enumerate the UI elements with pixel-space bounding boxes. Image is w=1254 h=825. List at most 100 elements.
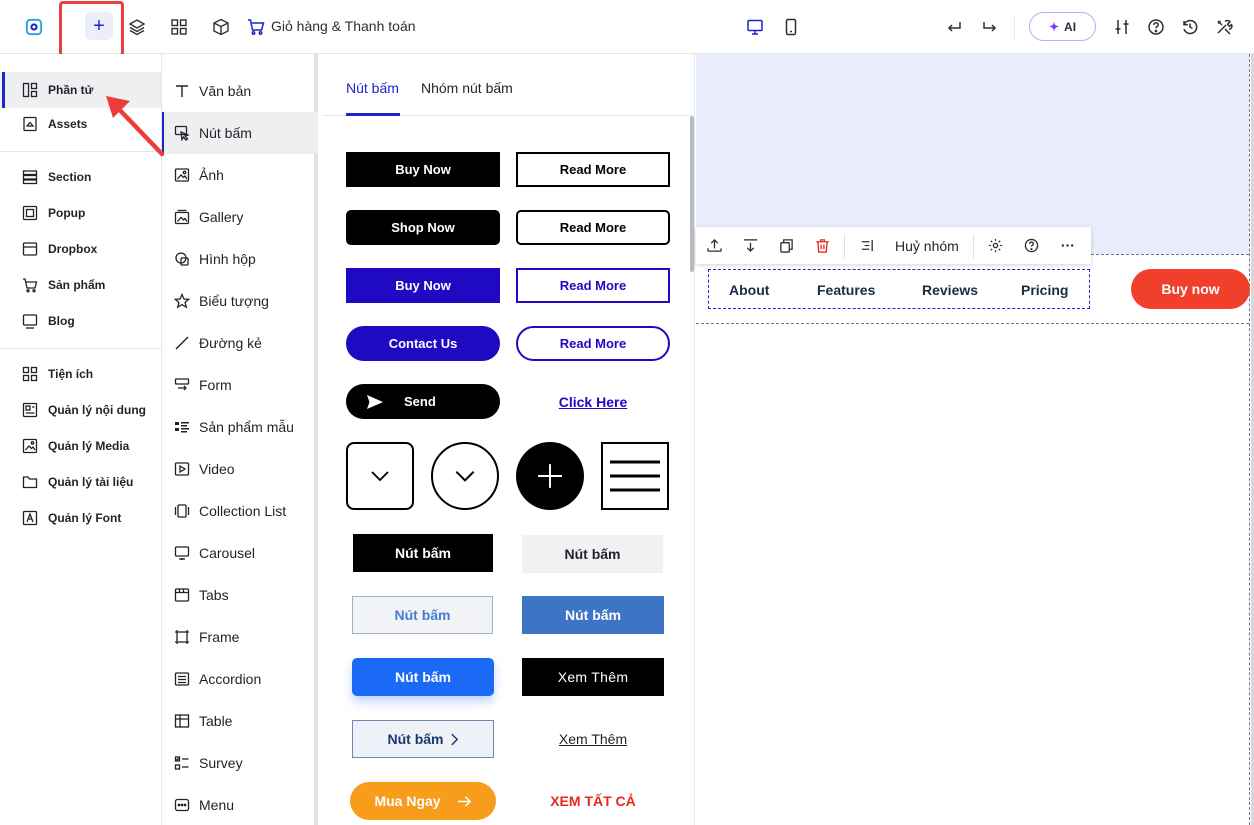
preset-buy-now-blue[interactable]: Buy Now <box>346 268 500 303</box>
canvas-section-top[interactable] <box>696 54 1249 254</box>
preset-read-more-blue-outline[interactable]: Read More <box>516 268 670 303</box>
layers-icon[interactable] <box>123 13 151 41</box>
more-options-icon[interactable] <box>1050 227 1086 264</box>
mobile-view-icon[interactable] <box>777 13 805 41</box>
cart-checkout-label[interactable]: Giỏ hàng & Thanh toán <box>271 18 416 34</box>
desktop-view-icon[interactable] <box>741 13 769 41</box>
sparkle-icon: ✦ <box>1048 19 1060 34</box>
nav-item-content-management[interactable]: Quản lý nội dung <box>0 392 161 428</box>
nav-divider <box>0 151 161 152</box>
preset-read-more-pill[interactable]: Read More <box>516 326 670 361</box>
element-table[interactable]: Table <box>162 700 318 742</box>
element-text[interactable]: Văn bản <box>162 70 318 112</box>
nav-item-dropbox[interactable]: Dropbox <box>0 231 161 267</box>
nav-link-reviews[interactable]: Reviews <box>922 282 978 298</box>
element-accordion[interactable]: Accordion <box>162 658 318 700</box>
element-gallery[interactable]: Gallery <box>162 196 318 238</box>
elements-icon <box>22 82 38 98</box>
ai-button[interactable]: ✦ AI <box>1029 12 1096 41</box>
element-form[interactable]: Form <box>162 364 318 406</box>
nav-label: Popup <box>48 206 86 220</box>
history-icon[interactable] <box>1176 13 1204 41</box>
nav-item-utilities[interactable]: Tiện ích <box>0 356 161 392</box>
help-icon[interactable] <box>1142 13 1170 41</box>
cart-icon[interactable] <box>242 13 270 41</box>
add-element-button[interactable]: + <box>85 12 113 40</box>
element-sample-product[interactable]: Sản phẩm mẫu <box>162 406 318 448</box>
element-image[interactable]: Ảnh <box>162 154 318 196</box>
preset-send-button[interactable]: Send <box>346 384 500 419</box>
tools-icon[interactable] <box>1210 13 1238 41</box>
settings-sliders-icon[interactable] <box>1108 13 1136 41</box>
move-up-icon[interactable] <box>696 227 732 264</box>
preset-mua-ngay-orange[interactable]: Mua Ngay <box>350 782 496 820</box>
nav-label: Blog <box>48 314 75 328</box>
element-button[interactable]: Nút bấm <box>162 112 318 154</box>
element-frame[interactable]: Frame <box>162 616 318 658</box>
nav-item-section[interactable]: Section <box>0 159 161 195</box>
preset-hamburger-square[interactable] <box>601 442 669 510</box>
delete-icon[interactable] <box>804 227 840 264</box>
ungroup-button[interactable]: Huỷ nhóm <box>885 238 969 254</box>
mua-ngay-label: Mua Ngay <box>374 793 441 809</box>
element-tabs[interactable]: Tabs <box>162 574 318 616</box>
element-survey[interactable]: Survey <box>162 742 318 784</box>
nav-item-media-management[interactable]: Quản lý Media <box>0 428 161 464</box>
preset-read-more-outline[interactable]: Read More <box>516 152 670 187</box>
preset-read-more-rounded[interactable]: Read More <box>516 210 670 245</box>
element-collection-list[interactable]: Collection List <box>162 490 318 532</box>
grid-icon[interactable] <box>165 13 193 41</box>
element-shape[interactable]: Hình hộp <box>162 238 318 280</box>
gear-icon[interactable] <box>978 227 1014 264</box>
preset-xem-them-link[interactable]: Xem Thêm <box>522 720 664 758</box>
preset-nut-bam-shadow[interactable]: Nút bấm <box>352 658 494 696</box>
preset-nut-bam-light[interactable]: Nút bấm <box>522 535 663 573</box>
nav-item-font-management[interactable]: Quản lý Font <box>0 500 161 536</box>
box-icon[interactable] <box>207 13 235 41</box>
tab-button-groups[interactable]: Nhóm nút bấm <box>421 80 513 96</box>
preset-nut-bam-pale[interactable]: Nút bấm <box>352 596 493 634</box>
editor-canvas[interactable]: Huỷ nhóm About Features Reviews Pricing … <box>696 54 1254 825</box>
nav-item-document-management[interactable]: Quản lý tài liệu <box>0 464 161 500</box>
nav-link-features[interactable]: Features <box>817 282 875 298</box>
survey-icon <box>174 756 189 770</box>
preset-nut-bam-chevron[interactable]: Nút bấm <box>352 720 494 758</box>
selected-nav-group[interactable]: About Features Reviews Pricing <box>708 269 1090 309</box>
redo-icon[interactable] <box>976 13 1004 41</box>
duplicate-icon[interactable] <box>768 227 804 264</box>
element-line[interactable]: Đường kẻ <box>162 322 318 364</box>
preset-shop-now-rounded[interactable]: Shop Now <box>346 210 500 245</box>
element-carousel[interactable]: Carousel <box>162 532 318 574</box>
nav-link-pricing[interactable]: Pricing <box>1021 282 1068 298</box>
tab-buttons[interactable]: Nút bấm <box>346 80 399 96</box>
preset-xem-tat-ca-red[interactable]: XEM TẤT CẢ <box>522 782 664 820</box>
help-icon[interactable] <box>1014 227 1050 264</box>
element-icon[interactable]: Biểu tượng <box>162 280 318 322</box>
group-toolbar: Huỷ nhóm <box>696 227 1091 264</box>
align-icon[interactable] <box>849 227 885 264</box>
element-video[interactable]: Video <box>162 448 318 490</box>
preset-xem-them-black[interactable]: Xem Thêm <box>522 658 664 696</box>
canvas-buy-now-button[interactable]: Buy now <box>1131 269 1250 309</box>
preset-buy-now-black[interactable]: Buy Now <box>346 152 500 187</box>
preset-plus-circle[interactable] <box>516 442 584 510</box>
nav-item-products[interactable]: Sản phẩm <box>0 267 161 303</box>
nav-item-elements[interactable]: Phần tử <box>0 72 161 108</box>
image-icon <box>174 168 190 182</box>
accordion-icon <box>174 672 190 686</box>
nav-item-popup[interactable]: Popup <box>0 195 161 231</box>
preset-chevron-square[interactable] <box>346 442 414 510</box>
preset-contact-us-pill[interactable]: Contact Us <box>346 326 500 361</box>
preset-chevron-circle[interactable] <box>431 442 499 510</box>
move-down-icon[interactable] <box>732 227 768 264</box>
nav-item-assets[interactable]: Assets <box>0 106 161 142</box>
app-logo-icon[interactable] <box>19 12 49 42</box>
element-menu[interactable]: Menu <box>162 784 318 825</box>
preset-nut-bam-black[interactable]: Nút bấm <box>353 534 493 572</box>
preset-nut-bam-steel-blue[interactable]: Nút bấm <box>522 596 664 634</box>
nav-link-about[interactable]: About <box>729 282 769 298</box>
preset-click-here-link[interactable]: Click Here <box>516 384 670 419</box>
gallery-scrollbar[interactable] <box>690 116 694 272</box>
nav-item-blog[interactable]: Blog <box>0 303 161 339</box>
undo-icon[interactable] <box>940 13 968 41</box>
